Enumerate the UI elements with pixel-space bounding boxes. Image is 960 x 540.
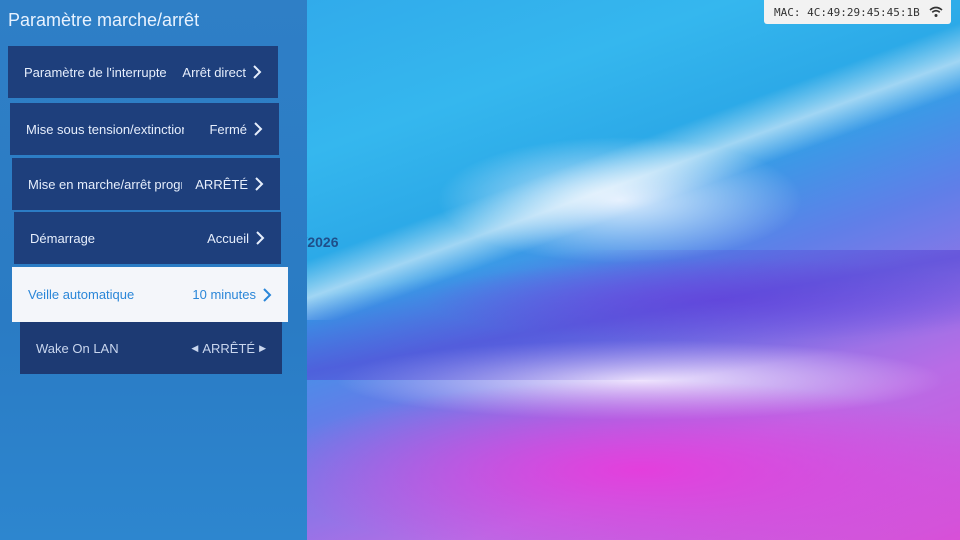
chevron-right-icon — [262, 287, 272, 302]
wallpaper-wave — [300, 250, 960, 380]
chevron-right-icon — [254, 177, 264, 191]
settings-panel: Paramètre marche/arrêt Paramètre de l'in… — [0, 0, 307, 540]
menu-item-startup[interactable]: Démarrage Accueil — [14, 212, 281, 264]
menu-item-label: Wake On LAN — [36, 340, 119, 356]
menu-item-value: Accueil — [207, 230, 249, 246]
arrow-left-icon[interactable]: ◀ — [191, 343, 198, 354]
chevron-right-icon — [252, 65, 262, 79]
arrow-right-icon[interactable]: ▶ — [259, 343, 266, 354]
menu-item-power-on-off[interactable]: Mise sous tension/extinction Fermé — [10, 103, 279, 155]
menu-item-label: Mise sous tension/extinction — [26, 121, 184, 137]
menu-item-label: Paramètre de l'interrupteur — [24, 64, 166, 80]
chevron-right-icon — [253, 122, 263, 136]
menu-item-value: 10 minutes — [192, 287, 256, 302]
menu-item-label: Veille automatique — [28, 287, 135, 302]
menu-item-scheduled-power[interactable]: Mise en marche/arrêt programmée ARRÊTÉ — [12, 158, 280, 210]
menu-item-value: ARRÊTÉ — [195, 176, 248, 192]
mac-label: MAC: — [774, 5, 801, 19]
wifi-icon — [929, 6, 943, 18]
panel-title: Paramètre marche/arrêt — [8, 10, 200, 30]
menu-item-label: Démarrage — [30, 230, 96, 246]
menu-item-auto-standby[interactable]: Veille automatique 10 minutes — [12, 267, 288, 322]
menu-item-value: Arrêt direct — [182, 64, 246, 80]
wallpaper-streak — [300, 20, 960, 320]
menu-item-value: Fermé — [209, 121, 247, 137]
menu-item-switch-setting[interactable]: Paramètre de l'interrupteur Arrêt direct — [8, 46, 278, 98]
tv-screen: di /07/2026 Paramètre marche/arrêt Param… — [0, 0, 960, 540]
chevron-right-icon — [255, 231, 265, 245]
menu-item-value: ARRÊTÉ — [202, 340, 256, 356]
mac-value: 4C:49:29:45:45:1B — [807, 5, 920, 19]
mac-address-bar: MAC: 4C:49:29:45:45:1B — [764, 0, 951, 24]
menu-item-wake-on-lan[interactable]: Wake On LAN ◀ ARRÊTÉ ▶ — [20, 322, 282, 374]
menu-item-label: Mise en marche/arrêt programmée — [28, 176, 182, 192]
